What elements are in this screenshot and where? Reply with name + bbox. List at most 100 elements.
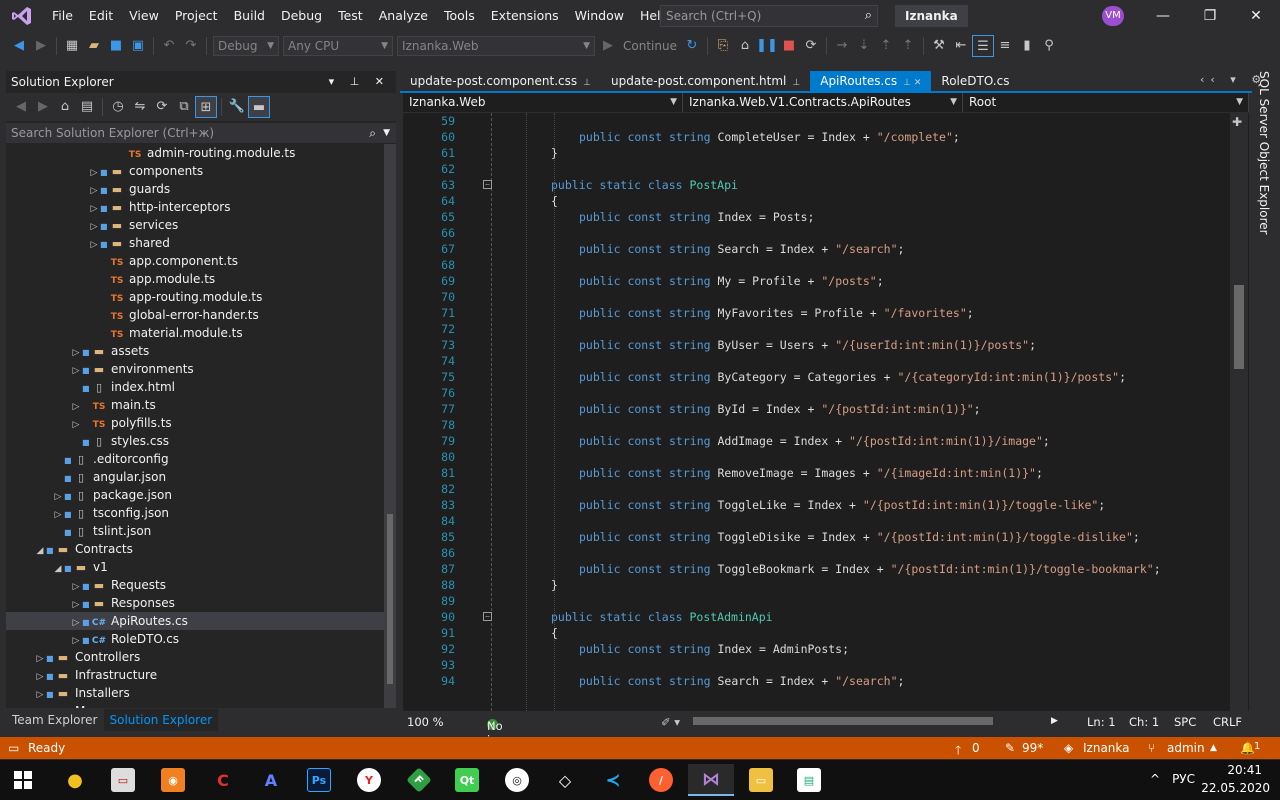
code-line[interactable]: 68 — [403, 257, 1233, 273]
document-tab[interactable]: RoleDTO.cs — [931, 71, 1025, 91]
properties-icon[interactable]: 🔧 — [226, 96, 248, 118]
tree-item[interactable]: ▷ ■ ▬ components — [6, 162, 384, 180]
menu-build[interactable]: Build — [226, 0, 273, 32]
new-project-icon[interactable]: ▦ — [61, 35, 83, 57]
tree-item[interactable]: TS admin-routing.module.ts — [6, 144, 384, 162]
tree-item[interactable]: ▷ ■ C# ApiRoutes.cs — [6, 612, 384, 630]
redo-icon[interactable]: ↷ — [180, 35, 202, 57]
tray-chevron-icon[interactable]: ^ — [1150, 772, 1160, 786]
code-line[interactable]: 62 — [403, 161, 1233, 177]
code-line[interactable]: 71 public const string MyFavorites = Prof… — [403, 305, 1233, 321]
windows-start-icon[interactable] — [0, 764, 46, 796]
menu-analyze[interactable]: Analyze — [371, 0, 436, 32]
code-line[interactable]: 65 public const string Index = Posts; — [403, 209, 1233, 225]
tree-item[interactable]: ◢ ■ ▬ v1 — [6, 558, 384, 576]
code-line[interactable]: 78 — [403, 417, 1233, 433]
code-line[interactable]: 77 public const string ById = Index + "/{… — [403, 401, 1233, 417]
tree-item[interactable]: ▷ ■ ▬ assets — [6, 342, 384, 360]
sync-icon[interactable]: ⇋ — [129, 96, 151, 118]
pending-changes-icon[interactable]: ◷ — [107, 96, 129, 118]
solution-explorer-search[interactable]: Search Solution Explorer (Ctrl+ж) ⌕ ▼ — [6, 123, 396, 143]
code-line[interactable]: 69 public const string My = Profile + "/p… — [403, 273, 1233, 289]
qt-creator-icon[interactable]: Qt — [444, 764, 490, 796]
tree-item[interactable]: TS app.module.ts — [6, 270, 384, 288]
document-tab[interactable]: ApiRoutes.cs ⊥ ✕ — [810, 71, 932, 91]
startup-project-dropdown[interactable]: Iznanka.Web ▼ — [397, 36, 595, 56]
tree-item[interactable]: ▷ TS polyfills.ts — [6, 414, 384, 432]
forward-icon[interactable]: ▶ — [32, 96, 54, 118]
document-tab[interactable]: update-post.component.css ⊥ — [400, 71, 601, 91]
continue-button[interactable]: Continue — [619, 39, 681, 53]
step-over-icon[interactable]: ⇡ — [875, 35, 897, 57]
show-all-files-icon[interactable]: ⊞ — [195, 96, 217, 118]
navigate-forward-icon[interactable]: ▶ — [30, 35, 52, 57]
tree-item[interactable]: ▷ ■ ▬ shared — [6, 234, 384, 252]
tree-item[interactable]: ▷ ■ ▬ environments — [6, 360, 384, 378]
tree-item[interactable]: ▷ ■ ▬ Controllers — [6, 648, 384, 666]
clock-date[interactable]: 22.05.2020 — [1201, 781, 1270, 795]
pin-tab-icon[interactable]: ⊥ — [583, 78, 591, 88]
tree-item[interactable]: ■ ▯ styles.css — [6, 432, 384, 450]
browser-icon[interactable]: ⌂ — [734, 35, 756, 57]
tree-item[interactable]: ▷ TS main.ts — [6, 396, 384, 414]
repository-name[interactable]: Iznanka — [1083, 741, 1130, 755]
tree-item[interactable]: ■ ▯ index.html — [6, 378, 384, 396]
file-explorer-icon[interactable]: ▭ — [738, 764, 784, 796]
scrollbar-thumb[interactable] — [1234, 285, 1244, 369]
indent-icon[interactable]: ☰ — [971, 35, 994, 57]
solution-configuration-dropdown[interactable]: Debug ▼ — [213, 36, 279, 56]
menu-edit[interactable]: Edit — [81, 0, 121, 32]
bookmark-icon[interactable]: ▮ — [1016, 35, 1038, 57]
code-line[interactable]: 92 public const string Index = AdminPosts… — [403, 641, 1233, 657]
quick-launch-search[interactable]: Search (Ctrl+Q) ⌕ — [660, 5, 878, 27]
vscode-icon[interactable]: ≺ — [590, 764, 636, 796]
tree-item[interactable]: TS material.module.ts — [6, 324, 384, 342]
menu-debug[interactable]: Debug — [273, 0, 330, 32]
save-all-icon[interactable]: ▣ — [127, 35, 149, 57]
visual-studio-taskbar-icon[interactable]: ⋈ — [688, 764, 734, 796]
code-line[interactable]: 88} — [403, 577, 1233, 593]
input-language[interactable]: РУС — [1172, 772, 1195, 786]
code-line[interactable]: 79 public const string AddImage = Index +… — [403, 433, 1233, 449]
restart-icon[interactable]: ⟳ — [800, 35, 822, 57]
media-player-icon[interactable]: ▭ — [100, 764, 146, 796]
code-line[interactable]: 89 — [403, 593, 1233, 609]
live-share-icon[interactable]: ⚲ — [1038, 35, 1060, 57]
switch-views-icon[interactable]: ▤ — [76, 96, 98, 118]
menu-window[interactable]: Window — [567, 0, 632, 32]
editor-vertical-scrollbar[interactable]: ✚ — [1230, 113, 1248, 711]
split-icon[interactable]: ✚ — [1232, 115, 1242, 129]
show-next-statement-icon[interactable]: → — [831, 35, 853, 57]
tree-item[interactable]: ▷ ■ ▬ Infrastructure — [6, 666, 384, 684]
code-line[interactable]: 86 — [403, 545, 1233, 561]
menu-project[interactable]: Project — [167, 0, 226, 32]
open-file-icon[interactable]: ▰ — [83, 35, 105, 57]
tree-item[interactable]: TS app-routing.module.ts — [6, 288, 384, 306]
code-line[interactable]: 87 public const string ToggleBookmark = I… — [403, 561, 1233, 577]
code-line[interactable]: 81 public const string RemoveImage = Imag… — [403, 465, 1233, 481]
pin-tab-icon[interactable]: ⊥ — [792, 78, 800, 88]
stop-icon[interactable]: ■ — [778, 35, 800, 57]
notifications-icon[interactable]: 🔔 — [1240, 741, 1255, 755]
close-tab-icon[interactable]: ⊥ ✕ — [903, 78, 921, 88]
tree-item[interactable]: TS global-error-hander.ts — [6, 306, 384, 324]
collapse-region-icon[interactable]: − — [483, 612, 492, 621]
step-into-icon[interactable]: ⇣ — [853, 35, 875, 57]
tree-item[interactable]: ▷ ■ ▯ tsconfig.json — [6, 504, 384, 522]
tree-item[interactable]: ■ ▯ angular.json — [6, 468, 384, 486]
tree-item[interactable]: ▷ ■ ▬ Requests — [6, 576, 384, 594]
outdent-icon[interactable]: ⇤ — [950, 35, 972, 57]
refresh-icon[interactable]: ↻ — [681, 35, 703, 57]
code-line[interactable]: 66 — [403, 225, 1233, 241]
restore-button[interactable]: ❐ — [1192, 0, 1228, 32]
panel-header-buttons[interactable]: ▾ ⊥ ✕ — [329, 71, 390, 93]
brave-browser-icon[interactable]: / — [638, 764, 684, 796]
code-line[interactable]: 83 public const string ToggleLike = Index… — [403, 497, 1233, 513]
changes-count[interactable]: 99* — [1022, 741, 1043, 755]
horizontal-scrollbar[interactable] — [693, 717, 993, 725]
type-dropdown[interactable]: Iznanka.Web.V1.Contracts.ApiRoutes ▼ — [683, 93, 963, 112]
tree-item[interactable]: ▷ ■ ▬ Responses — [6, 594, 384, 612]
step-out-icon[interactable]: ⇡ — [897, 35, 919, 57]
code-line[interactable]: 67 public const string Search = Index + "… — [403, 241, 1233, 257]
refresh-icon[interactable]: ⟳ — [151, 96, 173, 118]
